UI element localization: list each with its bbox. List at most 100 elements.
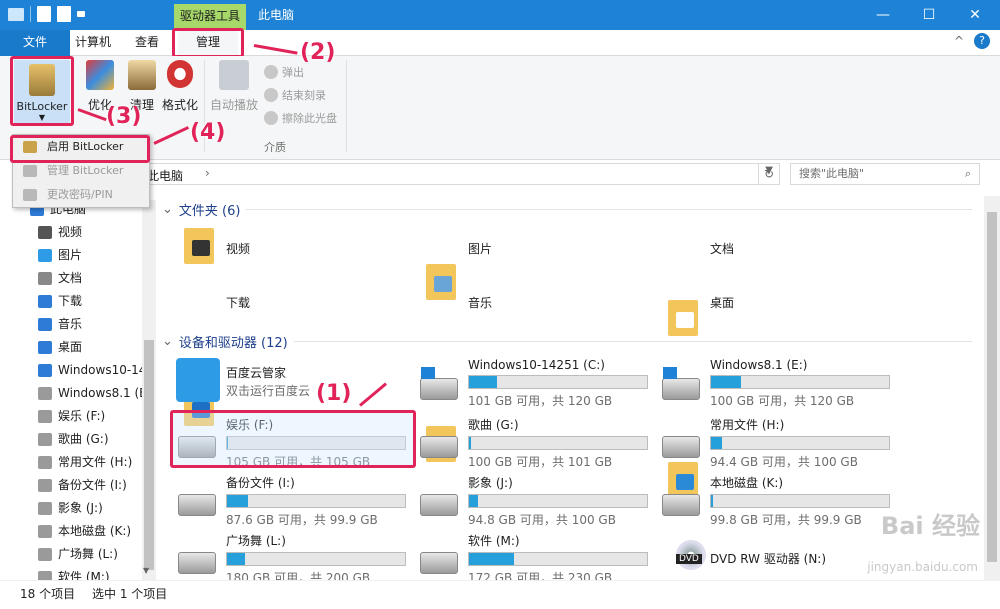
- badge-icon: [676, 474, 694, 490]
- drive-name: 本地磁盘 (K:): [710, 476, 784, 490]
- drive-tile[interactable]: Windows8.1 (E:) 100 GB 可用，共 120 GB: [710, 358, 890, 409]
- folder-desktop-label[interactable]: 桌面: [710, 294, 734, 311]
- drive-name: 广场舞 (L:): [226, 534, 286, 548]
- autoplay-button[interactable]: 自动播放: [208, 60, 260, 113]
- nav-item-drive-g[interactable]: 歌曲 (G:): [0, 428, 142, 451]
- close-button[interactable]: ✕: [952, 0, 998, 30]
- change-pin-item[interactable]: 更改密码/PIN: [13, 183, 149, 207]
- windows-drive-icon[interactable]: [662, 367, 700, 400]
- help-icon[interactable]: ?: [974, 33, 990, 49]
- search-input[interactable]: 搜索"此电脑" ⌕: [790, 163, 980, 185]
- hard-drive-icon[interactable]: [420, 552, 458, 574]
- folder-pictures-icon[interactable]: [426, 264, 456, 300]
- tab-view[interactable]: 查看: [126, 30, 168, 56]
- drive-tile[interactable]: Windows10-14251 (C:) 101 GB 可用，共 120 GB: [468, 358, 648, 409]
- folders-group-header[interactable]: ⌄ 文件夹 (6): [162, 200, 972, 219]
- folder-documents-label[interactable]: 文档: [710, 240, 734, 257]
- baidu-cloud-icon[interactable]: [176, 358, 220, 402]
- erase-disc-button[interactable]: 擦除此光盘: [264, 108, 337, 128]
- nav-item-drive-f[interactable]: 娱乐 (F:): [0, 405, 142, 428]
- nav-item-drive-i[interactable]: 备份文件 (I:): [0, 474, 142, 497]
- windows-logo-icon: [421, 367, 435, 379]
- hard-drive-icon[interactable]: [178, 494, 216, 516]
- maximize-button[interactable]: ☐: [906, 0, 952, 30]
- drive-tile[interactable]: 影象 (J:) 94.8 GB 可用，共 100 GB: [468, 474, 648, 528]
- nav-item-drive-h[interactable]: 常用文件 (H:): [0, 451, 142, 474]
- divider: [346, 60, 347, 152]
- divider: [30, 6, 31, 22]
- cleanup-icon: [128, 60, 156, 90]
- hard-drive-icon[interactable]: [420, 436, 458, 458]
- baidu-cloud-sub: 双击运行百度云: [226, 384, 311, 398]
- nav-item-desktop[interactable]: 桌面: [0, 336, 142, 359]
- nav-scroll-thumb[interactable]: [144, 340, 154, 570]
- folder-pictures-label[interactable]: 图片: [468, 240, 492, 257]
- chevron-down-icon[interactable]: [77, 11, 85, 17]
- drive-tools-tab[interactable]: 驱动器工具: [174, 4, 246, 30]
- nav-item-downloads[interactable]: 下载: [0, 290, 142, 313]
- hard-drive-icon[interactable]: [420, 494, 458, 516]
- tab-file[interactable]: 文件: [0, 30, 70, 56]
- burn-icon: [264, 88, 278, 102]
- drive-name: 影象 (J:): [468, 476, 513, 490]
- computer-icon[interactable]: [8, 7, 24, 21]
- hard-drive-icon[interactable]: [662, 436, 700, 458]
- drives-group-header[interactable]: ⌄ 设备和驱动器 (12): [162, 332, 972, 351]
- drive-usage-bar: [468, 552, 648, 566]
- drive-tile[interactable]: 广场舞 (L:) 180 GB 可用，共 200 GB: [226, 532, 406, 586]
- navigation-pane: 此电脑 视频 图片 文档 下载 音乐 桌面 Windows10-14 Windows8.1 (E…: [0, 196, 156, 584]
- nav-item-documents[interactable]: 文档: [0, 267, 142, 290]
- highlight-box-bitlocker: [10, 56, 74, 126]
- hard-drive-icon[interactable]: [662, 494, 700, 516]
- divider: [246, 209, 972, 210]
- nav-item-label: 广场舞 (L:): [58, 547, 118, 561]
- media-group-label: 介质: [264, 141, 286, 154]
- nav-item-drive-c[interactable]: Windows10-14: [0, 359, 142, 382]
- address-bar[interactable]: 此电脑 › ▼: [100, 163, 780, 185]
- folder-videos-icon[interactable]: [184, 228, 214, 264]
- drive-usage-fill: [711, 495, 713, 507]
- nav-item-drive-k[interactable]: 本地磁盘 (K:): [0, 520, 142, 543]
- nav-item-label: 本地磁盘 (K:): [58, 524, 132, 538]
- folder-music-label[interactable]: 音乐: [468, 294, 492, 311]
- scroll-down-icon[interactable]: ▼: [143, 566, 149, 575]
- address-path[interactable]: 此电脑: [147, 167, 183, 184]
- drive-tile[interactable]: 歌曲 (G:) 100 GB 可用，共 101 GB: [468, 416, 648, 470]
- tab-computer[interactable]: 计算机: [70, 30, 116, 56]
- drive-tile[interactable]: 常用文件 (H:) 94.4 GB 可用，共 100 GB: [710, 416, 890, 470]
- folder-downloads-label[interactable]: 下载: [226, 294, 250, 311]
- folder-desktop-icon[interactable]: [668, 462, 698, 498]
- minimize-button[interactable]: —: [860, 0, 906, 30]
- nav-item-label: 音乐: [58, 317, 83, 331]
- format-button[interactable]: 格式化: [160, 60, 200, 113]
- folder-icon: [38, 318, 52, 331]
- nav-item-label: 歌曲 (G:): [58, 432, 109, 446]
- collapse-ribbon-icon[interactable]: ^: [954, 34, 964, 48]
- folder-documents-icon[interactable]: [668, 300, 698, 336]
- folder-icon: [38, 341, 52, 354]
- baidu-cloud-name[interactable]: 百度云管家: [226, 364, 286, 381]
- properties-icon[interactable]: [37, 6, 51, 22]
- chevron-right-icon: ›: [205, 166, 210, 180]
- search-icon[interactable]: ⌕: [965, 164, 971, 184]
- window-title: 此电脑: [258, 8, 295, 22]
- nav-item-music[interactable]: 音乐: [0, 313, 142, 336]
- windows-drive-icon[interactable]: [420, 367, 458, 400]
- nav-item-drive-j[interactable]: 影象 (J:): [0, 497, 142, 520]
- eject-button[interactable]: 弹出: [264, 62, 337, 82]
- new-folder-icon[interactable]: [57, 6, 71, 22]
- folder-videos-label[interactable]: 视频: [226, 240, 250, 257]
- drive-tile[interactable]: 本地磁盘 (K:) 99.8 GB 可用，共 99.9 GB: [710, 474, 890, 528]
- hard-drive-icon[interactable]: [178, 552, 216, 574]
- nav-item-drive-l[interactable]: 广场舞 (L:): [0, 543, 142, 566]
- nav-item-pictures[interactable]: 图片: [0, 244, 142, 267]
- nav-item-drive-e[interactable]: Windows8.1 (E: [0, 382, 142, 405]
- callout-1: (1): [316, 381, 352, 406]
- content-scroll-thumb[interactable]: [987, 212, 997, 562]
- drive-tile[interactable]: 软件 (M:) 172 GB 可用，共 230 GB: [468, 532, 648, 586]
- refresh-icon[interactable]: ↻: [758, 163, 780, 185]
- dvd-drive-name[interactable]: DVD RW 驱动器 (N:): [710, 550, 826, 567]
- nav-item-videos[interactable]: 视频: [0, 221, 142, 244]
- finish-burn-button[interactable]: 结束刻录: [264, 85, 337, 105]
- drive-tile[interactable]: 备份文件 (I:) 87.6 GB 可用，共 99.9 GB: [226, 474, 406, 528]
